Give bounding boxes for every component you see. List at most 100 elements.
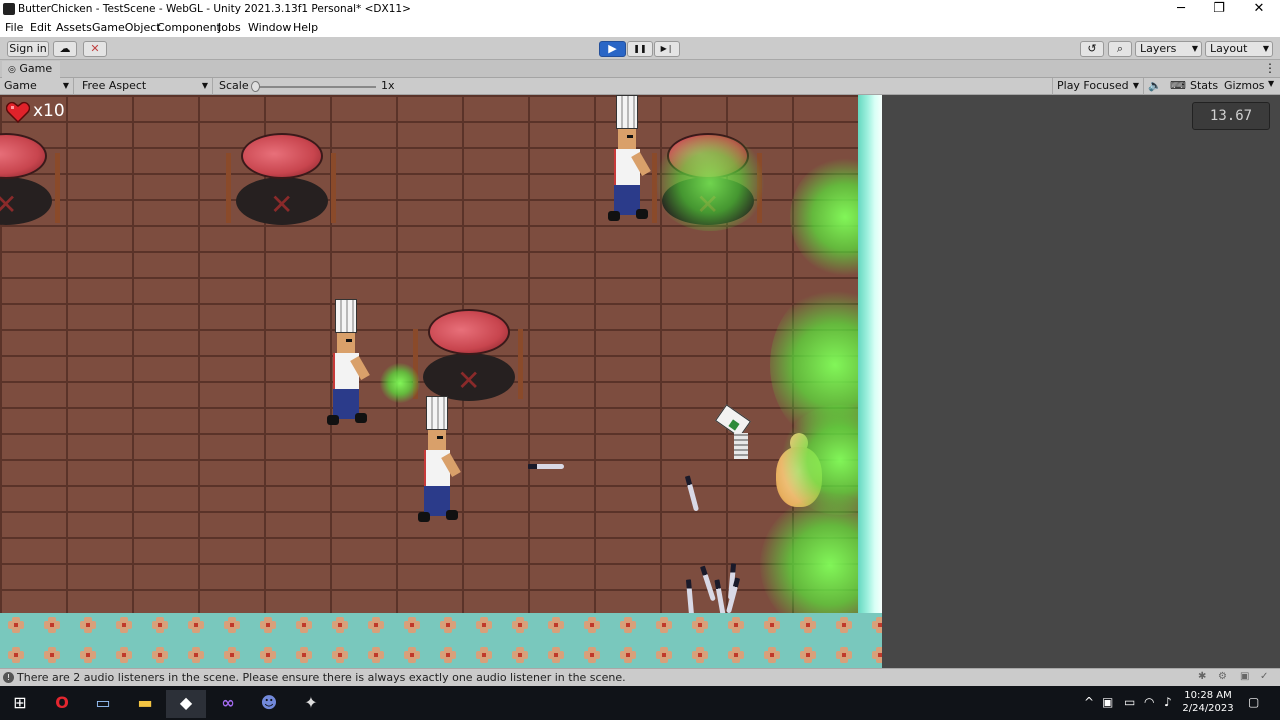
aspect-label: Free Aspect xyxy=(82,79,147,92)
floor-tile xyxy=(576,641,608,668)
scale-slider-handle[interactable] xyxy=(251,81,260,92)
notification-icon[interactable]: ▢ xyxy=(1248,695,1259,709)
floor-tile xyxy=(612,641,644,668)
start-icon[interactable]: ⊞ xyxy=(0,690,40,718)
fps-counter: 13.67 xyxy=(1192,102,1270,130)
display-dropdown[interactable]: Game ▼ xyxy=(0,78,74,95)
maximize-button[interactable]: ❐ xyxy=(1199,0,1239,19)
check-icon[interactable]: ✓ xyxy=(1260,671,1268,682)
chevron-down-icon: ▼ xyxy=(1262,44,1269,53)
floor-tile xyxy=(36,611,68,639)
lives-counter: x10 xyxy=(5,101,65,125)
pause-button[interactable]: ❚❚ xyxy=(627,41,653,57)
floor-tile xyxy=(612,611,644,639)
sign-in-button[interactable]: Sign in xyxy=(7,41,49,57)
floor-tile xyxy=(720,641,752,668)
layers-dropdown[interactable]: Layers ▼ xyxy=(1135,41,1202,57)
floor-tile xyxy=(108,641,140,668)
search-icon[interactable]: ⌕ xyxy=(1108,41,1132,57)
chef-enemy xyxy=(608,95,656,227)
play-focused-dropdown[interactable]: Play Focused ▼ xyxy=(1052,78,1144,95)
scale-label: Scale xyxy=(219,79,249,92)
undo-history-icon[interactable]: ↺ xyxy=(1080,41,1104,57)
chevron-up-icon[interactable]: ^ xyxy=(1084,695,1094,709)
progress-icon[interactable]: ▣ xyxy=(1240,671,1249,682)
floor-tile xyxy=(252,641,284,668)
dining-table: ✕ xyxy=(0,133,60,233)
floor-tile xyxy=(288,611,320,639)
chevron-down-icon[interactable]: ▼ xyxy=(1268,79,1274,88)
floor-tile xyxy=(432,641,464,668)
menu-assets[interactable]: Assets xyxy=(56,21,92,34)
tab-menu-icon[interactable]: ⋮ xyxy=(1264,61,1276,75)
menu-gameobject[interactable]: GameObject xyxy=(92,21,161,34)
dining-table: ✕ xyxy=(226,133,336,233)
aspect-dropdown[interactable]: Free Aspect ▼ xyxy=(78,78,213,95)
main-toolbar: Sign in ☁ ✕ ▶ ❚❚ ▶❘ ↺ ⌕ Layers ▼ Layout ▼ xyxy=(0,37,1280,60)
wifi-icon[interactable]: ◠ xyxy=(1144,695,1154,709)
floor-tile xyxy=(720,611,752,639)
step-button[interactable]: ▶❘ xyxy=(654,41,680,57)
discord-icon[interactable]: ☻ xyxy=(249,690,289,718)
file-explorer-icon[interactable]: ▬ xyxy=(125,690,165,718)
monitor-icon[interactable]: ▣ xyxy=(1102,695,1113,709)
floor-tile xyxy=(684,641,716,668)
floor-tile xyxy=(504,641,536,668)
floor-tile xyxy=(360,641,392,668)
unity-icon[interactable]: ◆ xyxy=(166,690,206,718)
floor-tile xyxy=(396,641,428,668)
chevron-down-icon: ▼ xyxy=(1132,81,1139,90)
debug-icon[interactable]: ✱ xyxy=(1198,671,1206,682)
menu-edit[interactable]: Edit xyxy=(30,21,51,34)
status-message[interactable]: There are 2 audio listeners in the scene… xyxy=(17,671,626,684)
menu-jobs[interactable]: Jobs xyxy=(218,21,241,34)
stats-button[interactable]: Stats xyxy=(1190,79,1218,92)
opera-icon[interactable]: O xyxy=(42,690,82,718)
floor-tile xyxy=(828,641,860,668)
floor-tile xyxy=(108,611,140,639)
menu-component[interactable]: Component xyxy=(157,21,221,34)
game-canvas[interactable]: ✕ ✕ ✕ ✕ xyxy=(0,95,882,668)
tab-game[interactable]: ◎ Game xyxy=(2,61,60,78)
floor-tile xyxy=(792,611,824,639)
scale-slider-track[interactable] xyxy=(254,86,376,88)
floor-tile xyxy=(0,611,32,639)
volume-icon[interactable]: ♪ xyxy=(1164,695,1172,709)
collab-icon[interactable]: ✕ xyxy=(83,41,107,57)
game-viewport[interactable]: ✕ ✕ ✕ ✕ xyxy=(0,95,1280,668)
scale-value: 1x xyxy=(381,79,395,92)
floor-tile xyxy=(756,611,788,639)
console-status-bar[interactable]: ! There are 2 audio listeners in the sce… xyxy=(0,668,1280,686)
minimize-button[interactable]: ─ xyxy=(1161,0,1201,19)
battery-icon[interactable]: ▭ xyxy=(1124,695,1135,709)
menu-window[interactable]: Window xyxy=(248,21,291,34)
display-label: Game xyxy=(4,79,37,92)
system-clock[interactable]: 10:28 AM 2/24/2023 xyxy=(1180,689,1236,715)
game-tool-icon[interactable]: ✦ xyxy=(291,690,331,718)
game-view-controls: Game ▼ Free Aspect ▼ Scale 1x Play Focused… xyxy=(0,78,1280,95)
settings-icon[interactable]: ⚙ xyxy=(1218,671,1227,682)
play-button[interactable]: ▶ xyxy=(599,41,626,57)
heart-icon xyxy=(5,101,31,124)
windows-taskbar: ⊞ O ▭ ▬ ◆ ∞ ☻ ✦ ^ ▣ ▭ ◠ ♪ 10:28 AM 2/24/… xyxy=(0,686,1280,720)
cloud-icon[interactable]: ☁ xyxy=(53,41,77,57)
explorer-window-icon[interactable]: ▭ xyxy=(83,690,123,718)
unity-logo-icon xyxy=(3,3,15,15)
floor-tile xyxy=(324,611,356,639)
kitchen-wall-barrier xyxy=(858,95,882,613)
clock-date: 2/24/2023 xyxy=(1182,703,1234,714)
gizmos-button[interactable]: Gizmos xyxy=(1224,79,1265,92)
visual-studio-icon[interactable]: ∞ xyxy=(208,690,248,718)
floor-tile xyxy=(324,641,356,668)
mute-audio-icon[interactable]: 🔈 xyxy=(1148,79,1162,92)
chef-enemy xyxy=(327,299,375,431)
menu-help[interactable]: Help xyxy=(293,21,318,34)
keyboard-icon[interactable]: ⌨ xyxy=(1170,79,1186,92)
floor-tile xyxy=(72,611,104,639)
close-button[interactable]: ✕ xyxy=(1239,0,1279,19)
floor-tile xyxy=(648,611,680,639)
floor-tile xyxy=(684,611,716,639)
floor-tile xyxy=(36,641,68,668)
menu-file[interactable]: File xyxy=(5,21,23,34)
layout-dropdown[interactable]: Layout ▼ xyxy=(1205,41,1273,57)
